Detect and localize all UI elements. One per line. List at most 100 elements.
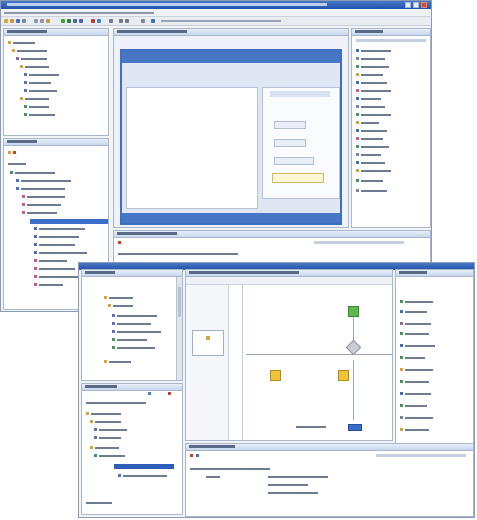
component-icon[interactable] [400, 368, 403, 371]
gateway-node[interactable] [345, 339, 362, 356]
method-icon[interactable] [34, 235, 37, 238]
palette-item[interactable] [274, 121, 306, 129]
close-icon[interactable] [421, 2, 427, 8]
folder-icon[interactable] [104, 296, 107, 299]
file-icon[interactable] [94, 436, 97, 439]
file-icon[interactable] [24, 113, 27, 116]
palette-header[interactable] [270, 91, 330, 97]
component-icon[interactable] [356, 121, 359, 124]
folder-icon[interactable] [90, 446, 93, 449]
menu-bar[interactable] [1, 10, 431, 17]
file-icon[interactable] [112, 338, 115, 341]
folder-icon[interactable] [90, 420, 93, 423]
component-icon[interactable] [356, 129, 359, 132]
console-icon[interactable] [118, 241, 121, 244]
file-icon[interactable] [24, 105, 27, 108]
component-icon[interactable] [356, 105, 359, 108]
file-icon[interactable] [94, 428, 97, 431]
component-icon[interactable] [356, 145, 359, 148]
folder-icon[interactable] [8, 41, 11, 44]
console-header[interactable] [114, 231, 430, 238]
component-icon[interactable] [356, 97, 359, 100]
component-icon[interactable] [356, 57, 359, 60]
settings-icon[interactable] [141, 19, 145, 23]
method-icon[interactable] [16, 179, 19, 182]
minimize-icon[interactable] [405, 2, 411, 8]
properties-icon[interactable] [196, 454, 199, 457]
component-icon[interactable] [356, 113, 359, 116]
component-icon[interactable] [356, 73, 359, 76]
properties-icon[interactable] [190, 454, 193, 457]
properties-header[interactable] [186, 444, 473, 451]
palette-item[interactable] [274, 157, 314, 165]
field-icon[interactable] [22, 211, 25, 214]
component-icon[interactable] [400, 392, 403, 395]
palette-tool[interactable] [192, 330, 224, 356]
main-toolbar[interactable] [1, 17, 431, 26]
field-icon[interactable] [34, 267, 37, 270]
designer-canvas[interactable] [126, 87, 258, 209]
component-icon[interactable] [356, 169, 359, 172]
folder-icon[interactable] [104, 360, 107, 363]
print-icon[interactable] [22, 19, 26, 23]
paste-icon[interactable] [46, 19, 50, 23]
open-icon[interactable] [10, 19, 14, 23]
folder-icon[interactable] [86, 412, 89, 415]
user-task-node[interactable] [270, 370, 281, 381]
palette-panel-header[interactable] [352, 29, 430, 36]
copy-icon[interactable] [40, 19, 44, 23]
component-icon[interactable] [356, 179, 359, 182]
file-icon[interactable] [24, 73, 27, 76]
file-icon[interactable] [118, 474, 121, 477]
class-icon[interactable] [10, 171, 13, 174]
refresh-icon[interactable] [97, 19, 101, 23]
method-icon[interactable] [34, 243, 37, 246]
component-icon[interactable] [356, 49, 359, 52]
field-icon[interactable] [22, 195, 25, 198]
start-task-node[interactable] [348, 306, 359, 317]
file-icon[interactable] [112, 346, 115, 349]
component-icon[interactable] [400, 356, 403, 359]
close-icon[interactable] [168, 392, 171, 395]
component-icon[interactable] [356, 81, 359, 84]
file-icon[interactable] [24, 81, 27, 84]
file-icon[interactable] [94, 454, 97, 457]
help-icon[interactable] [151, 19, 155, 23]
diagram-toolbar[interactable] [186, 277, 392, 285]
diagram-editor-tabs[interactable] [186, 270, 392, 277]
file-icon[interactable] [112, 330, 115, 333]
method-icon[interactable] [34, 251, 37, 254]
outline-header[interactable] [4, 139, 108, 146]
component-icon[interactable] [356, 153, 359, 156]
method-icon[interactable] [16, 187, 19, 190]
build-icon[interactable] [73, 19, 77, 23]
selected-navigator-row[interactable] [114, 464, 174, 469]
component-icon[interactable] [400, 300, 403, 303]
navigator-header[interactable] [82, 384, 182, 391]
field-icon[interactable] [34, 259, 37, 262]
field-icon[interactable] [34, 275, 37, 278]
component-icon[interactable] [400, 332, 403, 335]
maximize-icon[interactable] [413, 2, 419, 8]
component-icon[interactable] [400, 404, 403, 407]
component-icon[interactable] [400, 416, 403, 419]
component-icon[interactable] [356, 161, 359, 164]
run-icon[interactable] [61, 19, 65, 23]
refresh-icon[interactable] [148, 392, 151, 395]
explorer-scrollbar[interactable] [176, 277, 182, 380]
flow-connector[interactable] [353, 360, 354, 420]
undo-icon[interactable] [119, 19, 123, 23]
debug-icon[interactable] [67, 19, 71, 23]
front-explorer-header[interactable] [82, 270, 182, 277]
search-icon[interactable] [109, 19, 113, 23]
field-icon[interactable] [22, 203, 25, 206]
folder-icon[interactable] [12, 49, 15, 52]
selected-outline-row[interactable] [30, 219, 108, 224]
package-icon[interactable] [16, 57, 19, 60]
file-icon[interactable] [112, 314, 115, 317]
palette-item-selected[interactable] [272, 173, 324, 183]
deploy-icon[interactable] [79, 19, 83, 23]
component-icon[interactable] [400, 428, 403, 431]
flow-connector[interactable] [246, 354, 392, 355]
component-icon[interactable] [400, 322, 403, 325]
